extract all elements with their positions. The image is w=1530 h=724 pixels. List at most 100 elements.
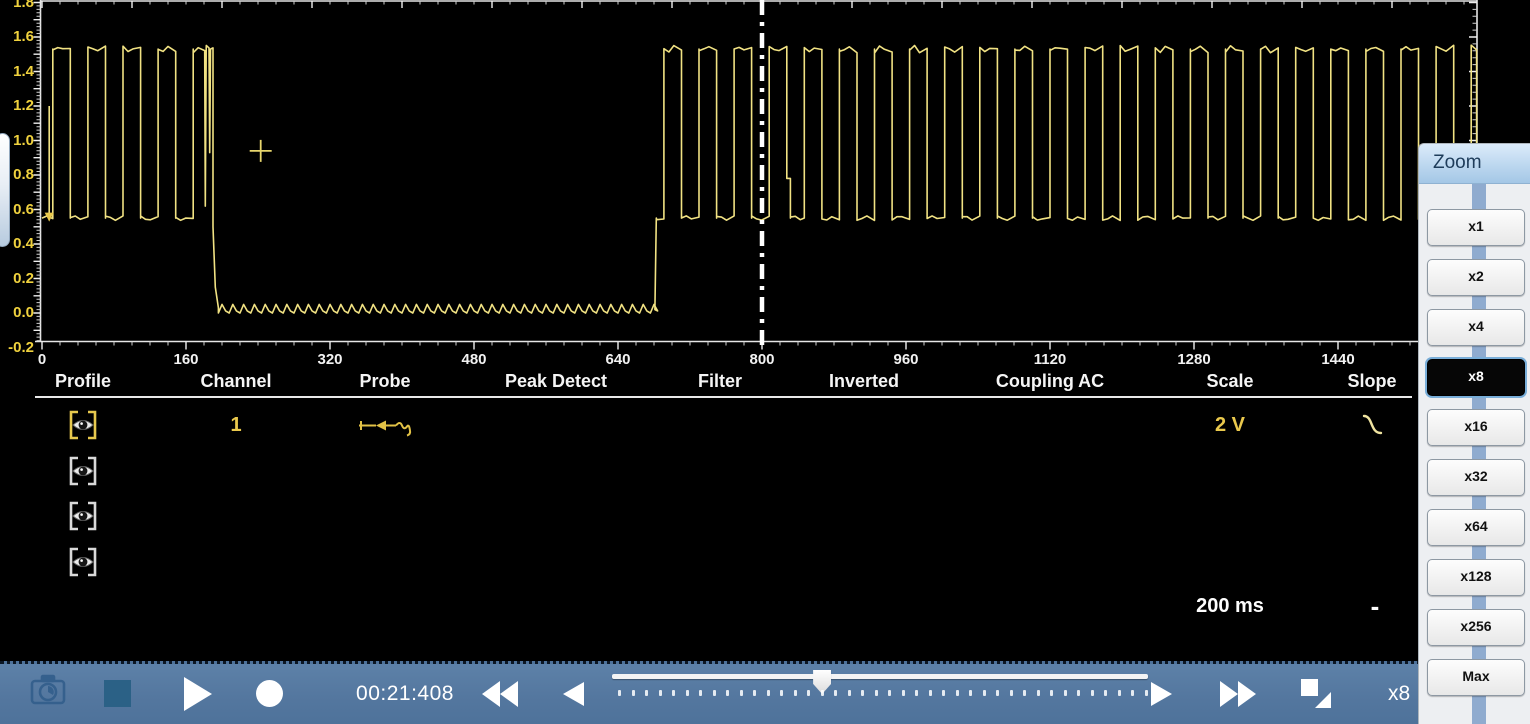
zoom-level-button-x16[interactable]: x16 bbox=[1427, 409, 1525, 446]
slider-tick bbox=[834, 690, 837, 696]
slider-tick bbox=[1090, 690, 1094, 696]
slider-tick bbox=[631, 690, 635, 696]
profile-visibility-toggle[interactable] bbox=[69, 410, 99, 440]
jump-end-icon[interactable] bbox=[1300, 678, 1334, 710]
slider-tick bbox=[847, 690, 851, 696]
probe-icon[interactable] bbox=[358, 414, 412, 443]
slider-tick bbox=[901, 690, 905, 696]
profile-visibility-toggle[interactable] bbox=[69, 547, 99, 577]
y-axis-tick-label: 0.2 bbox=[13, 269, 34, 287]
slider-tick bbox=[726, 690, 729, 696]
timebase-label: 200 ms bbox=[1196, 595, 1264, 617]
x-axis-tick-label: 160 bbox=[173, 351, 199, 368]
slider-tick bbox=[969, 690, 972, 696]
column-header-profile: Profile bbox=[54, 371, 111, 391]
left-panel-edge bbox=[0, 133, 10, 247]
slider-tick bbox=[672, 690, 675, 696]
slider-tick bbox=[793, 690, 797, 696]
slider-tick bbox=[1077, 690, 1080, 696]
playback-time: 00:21:408 bbox=[356, 682, 454, 705]
waveform-trace bbox=[41, 44, 1478, 314]
y-axis-tick-label: 0.0 bbox=[13, 304, 34, 321]
slider-tick bbox=[1117, 690, 1121, 696]
y-axis-tick-label: 1.8 bbox=[13, 0, 34, 11]
zoom-level-button-x256[interactable]: x256 bbox=[1427, 609, 1525, 646]
y-axis-tick-label: 1.2 bbox=[13, 97, 34, 114]
zoom-panel-header[interactable]: Zoom bbox=[1419, 144, 1530, 184]
zoom-level-button-x2[interactable]: x2 bbox=[1427, 259, 1525, 296]
slider-tick bbox=[996, 690, 999, 696]
x-axis-tick-label: 960 bbox=[893, 351, 919, 368]
y-axis-tick-label: 1.6 bbox=[13, 28, 34, 45]
zoom-panel-title: Zoom bbox=[1433, 152, 1482, 173]
zoom-level-button-x1[interactable]: x1 bbox=[1427, 209, 1525, 246]
camera-icon[interactable] bbox=[26, 670, 70, 710]
oscilloscope-app: 1.8 1.6 1.4 1.2 1.0 0.8 0.6 0.4 0.2 0.0 -0.2 0 160 3… bbox=[0, 0, 1530, 724]
scope-plot bbox=[33, 0, 1485, 350]
eye-icon bbox=[69, 547, 97, 577]
slider-tick bbox=[685, 690, 689, 696]
slider-tick bbox=[807, 690, 810, 696]
profile-visibility-toggle[interactable] bbox=[69, 501, 99, 531]
eye-icon bbox=[69, 456, 97, 486]
x-axis-tick-label: 800 bbox=[749, 351, 775, 368]
column-header-inverted: Inverted bbox=[828, 371, 900, 391]
slider-tick bbox=[766, 690, 770, 696]
slider-tick bbox=[1009, 690, 1013, 696]
channel-number: 1 bbox=[230, 414, 242, 436]
fast-forward-icon[interactable] bbox=[1219, 681, 1257, 707]
y-axis-tick-label: 1.4 bbox=[13, 62, 34, 80]
slider-tick bbox=[780, 690, 783, 696]
eye-icon bbox=[69, 410, 97, 440]
zoom-level-button-x64[interactable]: x64 bbox=[1427, 509, 1525, 546]
zoom-level-button-x4[interactable]: x4 bbox=[1427, 309, 1525, 346]
playback-slider-track[interactable] bbox=[612, 670, 1148, 694]
slider-tick bbox=[1063, 690, 1067, 696]
slider-tick bbox=[645, 690, 648, 696]
zoom-level-button-x128[interactable]: x128 bbox=[1427, 559, 1525, 596]
falling-slope-icon[interactable] bbox=[1362, 413, 1384, 442]
profile-visibility-toggle[interactable] bbox=[69, 456, 99, 486]
x-axis-tick-label: 480 bbox=[461, 351, 487, 368]
column-header-peak-detect: Peak Detect bbox=[504, 371, 608, 391]
step-back-icon[interactable] bbox=[561, 682, 585, 706]
slider-tick bbox=[712, 690, 716, 696]
step-forward-icon[interactable] bbox=[1150, 682, 1174, 706]
x-axis-tick-label: 1120 bbox=[1033, 351, 1067, 368]
slider-tick bbox=[942, 690, 945, 696]
x-axis-tick-label: 0 bbox=[37, 351, 47, 368]
slider-tick bbox=[739, 690, 743, 696]
x-axis-tick-label: 320 bbox=[317, 351, 343, 368]
slider-tick bbox=[618, 690, 621, 696]
column-header-channel: Channel bbox=[200, 371, 272, 391]
slider-tick bbox=[1144, 690, 1148, 696]
slider-tick bbox=[1131, 690, 1134, 696]
timebase-decrease-button[interactable]: - bbox=[1360, 591, 1390, 622]
scale-value[interactable]: 2 V bbox=[1190, 414, 1270, 437]
slider-tick bbox=[1104, 690, 1107, 696]
slider-tick bbox=[1050, 690, 1053, 696]
rewind-icon[interactable] bbox=[481, 681, 519, 707]
column-header-coupling-ac: Coupling AC bbox=[995, 371, 1105, 391]
play-button[interactable] bbox=[183, 677, 213, 711]
slider-tick bbox=[753, 690, 756, 696]
slider-tick bbox=[888, 690, 891, 696]
zoom-level-button-max[interactable]: Max bbox=[1427, 659, 1525, 696]
record-button[interactable] bbox=[256, 680, 283, 707]
slider-tick bbox=[861, 690, 864, 696]
zoom-level-button-x8[interactable]: x8 bbox=[1427, 359, 1525, 396]
zoom-panel: Zoom x1 x2 x4 x8 x16 x32 x64 x128 x256 Max bbox=[1418, 143, 1530, 724]
transport-toolbar: 00:21:408 x8 bbox=[0, 661, 1530, 724]
slider-tick bbox=[928, 690, 932, 696]
zoom-level-button-x32[interactable]: x32 bbox=[1427, 459, 1525, 496]
stop-button[interactable] bbox=[104, 680, 131, 707]
slider-tick bbox=[874, 690, 878, 696]
x-axis-tick-label: 1280 bbox=[1177, 351, 1211, 368]
slider-tick bbox=[1023, 690, 1026, 696]
header-divider bbox=[35, 396, 1412, 398]
crosshair-cursor bbox=[249, 139, 272, 162]
eye-icon bbox=[69, 501, 97, 531]
slider-tick bbox=[955, 690, 959, 696]
x-axis-tick-label: 1440 bbox=[1321, 351, 1355, 368]
slider-tick bbox=[982, 690, 986, 696]
